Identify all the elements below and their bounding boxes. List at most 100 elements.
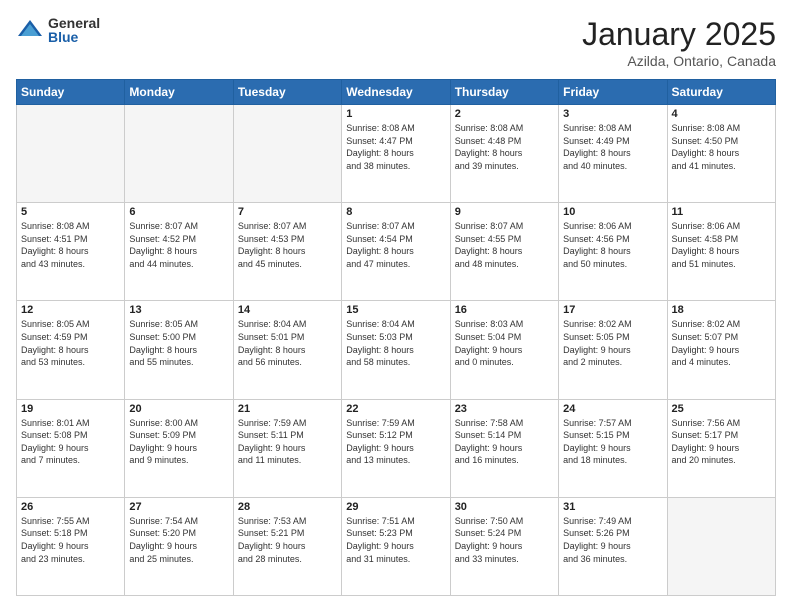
calendar-cell: 18 Sunrise: 8:02 AM Sunset: 5:07 PM Dayli… — [667, 301, 775, 399]
day-header-monday: Monday — [125, 80, 233, 105]
calendar-cell: 8 Sunrise: 8:07 AM Sunset: 4:54 PM Daylig… — [342, 203, 450, 301]
day-number: 3 — [563, 108, 662, 120]
calendar-table: SundayMondayTuesdayWednesdayThursdayFrid… — [16, 79, 776, 596]
page: General Blue January 2025 Azilda, Ontari… — [0, 0, 792, 612]
day-number: 20 — [129, 403, 228, 415]
day-info: Sunrise: 8:08 AM Sunset: 4:50 PM Dayligh… — [672, 122, 771, 172]
calendar-cell: 29 Sunrise: 7:51 AM Sunset: 5:23 PM Dayli… — [342, 497, 450, 595]
day-info: Sunrise: 8:08 AM Sunset: 4:49 PM Dayligh… — [563, 122, 662, 172]
calendar-cell — [233, 105, 341, 203]
calendar-cell: 11Sunrise: 8:06 AM Sunset: 4:58 PM Dayli… — [667, 203, 775, 301]
day-header-friday: Friday — [559, 80, 667, 105]
day-number: 27 — [129, 501, 228, 513]
calendar-cell: 16Sunrise: 8:03 AM Sunset: 5:04 PM Dayli… — [450, 301, 558, 399]
title-block: January 2025 Azilda, Ontario, Canada — [582, 16, 776, 69]
calendar-cell: 31 Sunrise: 7:49 AM Sunset: 5:26 PM Dayli… — [559, 497, 667, 595]
day-number: 14 — [238, 304, 337, 316]
day-number: 30 — [455, 501, 554, 513]
day-info: Sunrise: 8:07 AM Sunset: 4:53 PM Dayligh… — [238, 220, 337, 270]
calendar-cell: 22 Sunrise: 7:59 AM Sunset: 5:12 PM Dayli… — [342, 399, 450, 497]
day-info: Sunrise: 8:08 AM Sunset: 4:48 PM Dayligh… — [455, 122, 554, 172]
calendar-cell: 10Sunrise: 8:06 AM Sunset: 4:56 PM Dayli… — [559, 203, 667, 301]
day-info: Sunrise: 8:00 AM Sunset: 5:09 PM Dayligh… — [129, 417, 228, 467]
calendar-cell: 9Sunrise: 8:07 AM Sunset: 4:55 PM Daylig… — [450, 203, 558, 301]
calendar-week-4: 19 Sunrise: 8:01 AM Sunset: 5:08 PM Dayli… — [17, 399, 776, 497]
day-info: Sunrise: 8:01 AM Sunset: 5:08 PM Dayligh… — [21, 417, 120, 467]
day-info: Sunrise: 7:59 AM Sunset: 5:12 PM Dayligh… — [346, 417, 445, 467]
day-info: Sunrise: 7:59 AM Sunset: 5:11 PM Dayligh… — [238, 417, 337, 467]
day-number: 8 — [346, 206, 445, 218]
calendar-week-3: 12Sunrise: 8:05 AM Sunset: 4:59 PM Dayli… — [17, 301, 776, 399]
month-title: January 2025 — [582, 16, 776, 53]
day-number: 1 — [346, 108, 445, 120]
calendar-cell — [667, 497, 775, 595]
day-number: 25 — [672, 403, 771, 415]
day-info: Sunrise: 7:50 AM Sunset: 5:24 PM Dayligh… — [455, 515, 554, 565]
day-number: 9 — [455, 206, 554, 218]
day-number: 4 — [672, 108, 771, 120]
header: General Blue January 2025 Azilda, Ontari… — [16, 16, 776, 69]
day-info: Sunrise: 8:08 AM Sunset: 4:51 PM Dayligh… — [21, 220, 120, 270]
day-number: 26 — [21, 501, 120, 513]
day-info: Sunrise: 8:08 AM Sunset: 4:47 PM Dayligh… — [346, 122, 445, 172]
calendar-cell: 27Sunrise: 7:54 AM Sunset: 5:20 PM Dayli… — [125, 497, 233, 595]
calendar-week-2: 5 Sunrise: 8:08 AM Sunset: 4:51 PM Daylig… — [17, 203, 776, 301]
calendar-cell: 15Sunrise: 8:04 AM Sunset: 5:03 PM Dayli… — [342, 301, 450, 399]
day-info: Sunrise: 8:06 AM Sunset: 4:58 PM Dayligh… — [672, 220, 771, 270]
day-info: Sunrise: 8:07 AM Sunset: 4:54 PM Dayligh… — [346, 220, 445, 270]
calendar-cell: 7 Sunrise: 8:07 AM Sunset: 4:53 PM Daylig… — [233, 203, 341, 301]
calendar-cell: 23Sunrise: 7:58 AM Sunset: 5:14 PM Dayli… — [450, 399, 558, 497]
logo-blue-text: Blue — [48, 30, 100, 44]
calendar-cell: 5 Sunrise: 8:08 AM Sunset: 4:51 PM Daylig… — [17, 203, 125, 301]
calendar-cell: 12Sunrise: 8:05 AM Sunset: 4:59 PM Dayli… — [17, 301, 125, 399]
day-number: 23 — [455, 403, 554, 415]
day-info: Sunrise: 7:56 AM Sunset: 5:17 PM Dayligh… — [672, 417, 771, 467]
day-info: Sunrise: 7:57 AM Sunset: 5:15 PM Dayligh… — [563, 417, 662, 467]
day-info: Sunrise: 8:03 AM Sunset: 5:04 PM Dayligh… — [455, 318, 554, 368]
day-number: 17 — [563, 304, 662, 316]
logo: General Blue — [16, 16, 100, 44]
day-info: Sunrise: 7:51 AM Sunset: 5:23 PM Dayligh… — [346, 515, 445, 565]
calendar-header-row: SundayMondayTuesdayWednesdayThursdayFrid… — [17, 80, 776, 105]
calendar-cell — [17, 105, 125, 203]
calendar-cell: 21 Sunrise: 7:59 AM Sunset: 5:11 PM Dayli… — [233, 399, 341, 497]
calendar-cell — [125, 105, 233, 203]
calendar-cell: 17 Sunrise: 8:02 AM Sunset: 5:05 PM Dayli… — [559, 301, 667, 399]
day-number: 31 — [563, 501, 662, 513]
day-number: 7 — [238, 206, 337, 218]
day-header-thursday: Thursday — [450, 80, 558, 105]
day-number: 29 — [346, 501, 445, 513]
calendar-cell: 20 Sunrise: 8:00 AM Sunset: 5:09 PM Dayli… — [125, 399, 233, 497]
calendar-week-1: 1 Sunrise: 8:08 AM Sunset: 4:47 PM Daylig… — [17, 105, 776, 203]
calendar-cell: 24 Sunrise: 7:57 AM Sunset: 5:15 PM Dayli… — [559, 399, 667, 497]
location: Azilda, Ontario, Canada — [582, 53, 776, 69]
calendar-cell: 1 Sunrise: 8:08 AM Sunset: 4:47 PM Daylig… — [342, 105, 450, 203]
day-number: 19 — [21, 403, 120, 415]
calendar-cell: 30 Sunrise: 7:50 AM Sunset: 5:24 PM Dayli… — [450, 497, 558, 595]
logo-text: General Blue — [48, 16, 100, 44]
day-header-sunday: Sunday — [17, 80, 125, 105]
calendar-cell: 28Sunrise: 7:53 AM Sunset: 5:21 PM Dayli… — [233, 497, 341, 595]
day-info: Sunrise: 8:02 AM Sunset: 5:07 PM Dayligh… — [672, 318, 771, 368]
day-info: Sunrise: 8:02 AM Sunset: 5:05 PM Dayligh… — [563, 318, 662, 368]
logo-icon — [16, 16, 44, 44]
calendar-cell: 6 Sunrise: 8:07 AM Sunset: 4:52 PM Daylig… — [125, 203, 233, 301]
calendar-cell: 2Sunrise: 8:08 AM Sunset: 4:48 PM Daylig… — [450, 105, 558, 203]
day-number: 22 — [346, 403, 445, 415]
day-info: Sunrise: 8:05 AM Sunset: 5:00 PM Dayligh… — [129, 318, 228, 368]
calendar-cell: 14 Sunrise: 8:04 AM Sunset: 5:01 PM Dayli… — [233, 301, 341, 399]
day-info: Sunrise: 7:49 AM Sunset: 5:26 PM Dayligh… — [563, 515, 662, 565]
calendar-week-5: 26 Sunrise: 7:55 AM Sunset: 5:18 PM Dayli… — [17, 497, 776, 595]
day-number: 10 — [563, 206, 662, 218]
day-number: 18 — [672, 304, 771, 316]
day-number: 21 — [238, 403, 337, 415]
calendar-cell: 3 Sunrise: 8:08 AM Sunset: 4:49 PM Daylig… — [559, 105, 667, 203]
day-info: Sunrise: 8:04 AM Sunset: 5:01 PM Dayligh… — [238, 318, 337, 368]
day-info: Sunrise: 7:53 AM Sunset: 5:21 PM Dayligh… — [238, 515, 337, 565]
day-number: 24 — [563, 403, 662, 415]
day-info: Sunrise: 8:07 AM Sunset: 4:52 PM Dayligh… — [129, 220, 228, 270]
day-number: 5 — [21, 206, 120, 218]
day-info: Sunrise: 8:05 AM Sunset: 4:59 PM Dayligh… — [21, 318, 120, 368]
day-info: Sunrise: 7:55 AM Sunset: 5:18 PM Dayligh… — [21, 515, 120, 565]
day-number: 6 — [129, 206, 228, 218]
